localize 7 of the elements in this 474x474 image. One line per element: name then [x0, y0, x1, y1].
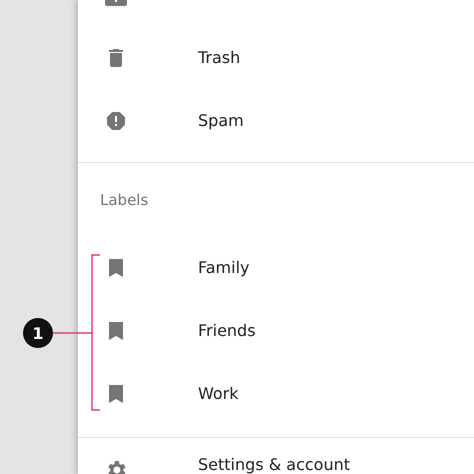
menu-item[interactable]: Trash — [78, 26, 474, 89]
menu-item[interactable]: Settings & account — [78, 438, 474, 474]
label-item[interactable]: Work — [78, 362, 474, 425]
section-header: Labels — [100, 190, 148, 208]
menu-item[interactable]: Spam — [78, 89, 474, 152]
label-item[interactable]: Family — [78, 236, 474, 299]
label-item[interactable]: Friends — [78, 299, 474, 362]
